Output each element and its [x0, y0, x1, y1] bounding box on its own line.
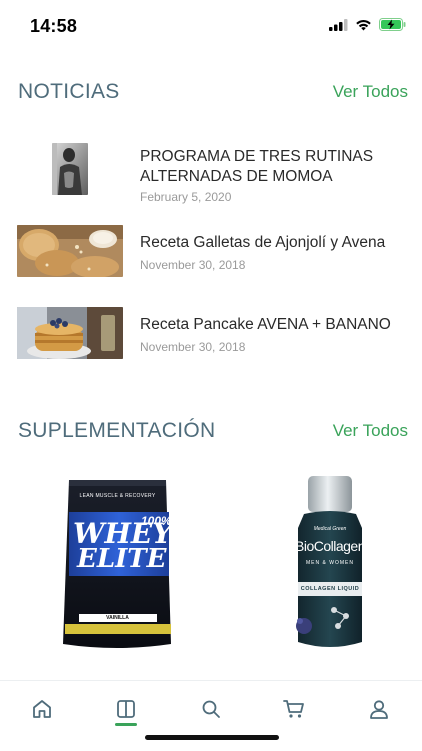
news-item[interactable]: Receta Galletas de Ajonjolí y Avena Nove…: [0, 225, 422, 295]
supplements-see-all-link[interactable]: Ver Todos: [333, 421, 408, 441]
product-subtitle: COLLAGEN LIQUID: [300, 586, 360, 592]
news-thumbnail-cookies: [17, 225, 123, 277]
news-text: PROGRAMA DE TRES RUTINAS ALTERNADAS DE M…: [140, 147, 402, 204]
news-text: Receta Galletas de Ajonjolí y Avena Nove…: [140, 233, 402, 272]
tab-bar: [0, 680, 422, 751]
home-icon: [33, 700, 51, 718]
news-section-title: NOTICIAS: [18, 80, 120, 103]
news-date: February 5, 2020: [140, 190, 232, 204]
product-tagline: MEN & WOMEN: [306, 560, 354, 566]
product-card-whey-elite[interactable]: LEAN MUSCLE & RECOVERY 100% WHEY ELITE V…: [55, 474, 180, 652]
user-icon: [370, 700, 388, 719]
tab-profile[interactable]: [354, 689, 404, 729]
home-indicator: [145, 735, 279, 740]
news-title: Receta Pancake AVENA + BANANO: [140, 316, 391, 333]
active-tab-indicator: [115, 723, 137, 726]
product-name-line3: ELITE: [77, 544, 167, 574]
supplements-section-header: SUPLEMENTACIÓN Ver Todos: [18, 416, 408, 446]
news-section-header: NOTICIAS Ver Todos: [18, 77, 408, 107]
product-card-biocollagen[interactable]: Medical Green BioCollagen MEN & WOMEN CO…: [290, 476, 370, 652]
news-title: Receta Galletas de Ajonjolí y Avena: [140, 234, 386, 251]
news-thumbnail-workout: [52, 143, 88, 195]
news-text: Receta Pancake AVENA + BANANO November 3…: [140, 315, 402, 354]
product-name: BioCollagen: [295, 538, 366, 554]
news-thumbnail-pancakes: [17, 307, 123, 359]
cart-icon: [283, 700, 304, 718]
status-bar: 14:58: [0, 0, 422, 52]
tab-search[interactable]: [186, 689, 236, 729]
tab-cart[interactable]: [269, 689, 319, 729]
news-item[interactable]: PROGRAMA DE TRES RUTINAS ALTERNADAS DE M…: [0, 143, 422, 213]
product-brand: Medical Green: [313, 526, 347, 532]
wifi-icon: [356, 19, 371, 30]
news-see-all-link[interactable]: Ver Todos: [333, 82, 408, 102]
news-date: November 30, 2018: [140, 258, 246, 272]
news-date: November 30, 2018: [140, 340, 246, 354]
status-time: 14:58: [30, 16, 78, 36]
product-brand-tagline: LEAN MUSCLE & RECOVERY: [79, 493, 156, 499]
news-title: PROGRAMA DE TRES RUTINAS ALTERNADAS DE M…: [140, 148, 374, 185]
battery-charging-icon: [379, 18, 406, 31]
news-item[interactable]: Receta Pancake AVENA + BANANO November 3…: [0, 307, 422, 377]
book-icon: [117, 700, 135, 718]
product-flavor: VAINILLA: [106, 615, 129, 621]
tab-home[interactable]: [17, 689, 67, 729]
cellular-signal-icon: [329, 18, 348, 31]
supplements-section-title: SUPLEMENTACIÓN: [18, 419, 216, 442]
search-icon: [202, 700, 220, 718]
status-icons: [329, 18, 406, 31]
